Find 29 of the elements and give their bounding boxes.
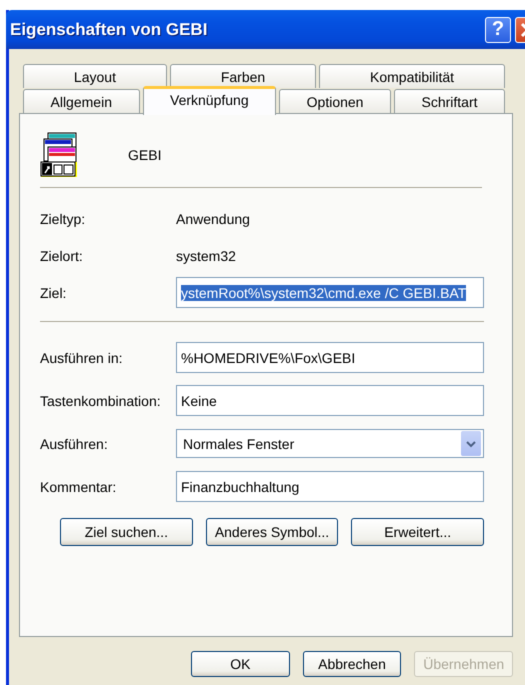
window-title: Eigenschaften von GEBI	[10, 20, 208, 40]
action-button[interactable]: Ziel suchen...	[60, 518, 193, 546]
input-field[interactable]: Finanzbuchhaltung	[176, 471, 484, 502]
field-value: Anwendung	[176, 210, 250, 226]
field-label: Kommentar:	[40, 478, 118, 494]
input-field[interactable]: Keine	[176, 385, 484, 416]
dropdown[interactable]: Normales Fenster	[176, 429, 484, 458]
tab[interactable]: Allgemein	[23, 89, 140, 113]
shortcut-name: GEBI	[128, 147, 162, 163]
action-button[interactable]: Erweitert...	[351, 518, 484, 546]
field-value: system32	[176, 248, 236, 264]
tab[interactable]: Optionen	[279, 89, 391, 113]
action-button[interactable]: Anderes Symbol...	[206, 518, 338, 546]
tab[interactable]: Verknüpfung	[142, 86, 276, 115]
dialog-button[interactable]: Abbrechen	[302, 651, 402, 677]
dialog-button[interactable]: OK	[191, 651, 290, 677]
tab[interactable]: Kompatibilität	[319, 64, 505, 88]
input-field[interactable]: %HOMEDRIVE%\Fox\GEBI	[176, 342, 484, 373]
target-field[interactable]: ystemRoot%\system32\cmd.exe /C GEBI.BAT	[176, 277, 484, 308]
tab[interactable]: Schriftart	[394, 89, 506, 113]
field-label: Ausführen in:	[40, 350, 124, 366]
field-label: Zielort:	[40, 248, 84, 264]
field-label: Ziel:	[40, 284, 68, 300]
field-label: Ausführen:	[40, 436, 109, 452]
field-label: Zieltyp:	[40, 210, 86, 226]
field-label: Tastenkombination:	[40, 392, 162, 408]
help-button[interactable]: ?	[485, 16, 511, 42]
tab[interactable]: Farben	[170, 64, 316, 88]
tab[interactable]: Layout	[23, 64, 167, 88]
